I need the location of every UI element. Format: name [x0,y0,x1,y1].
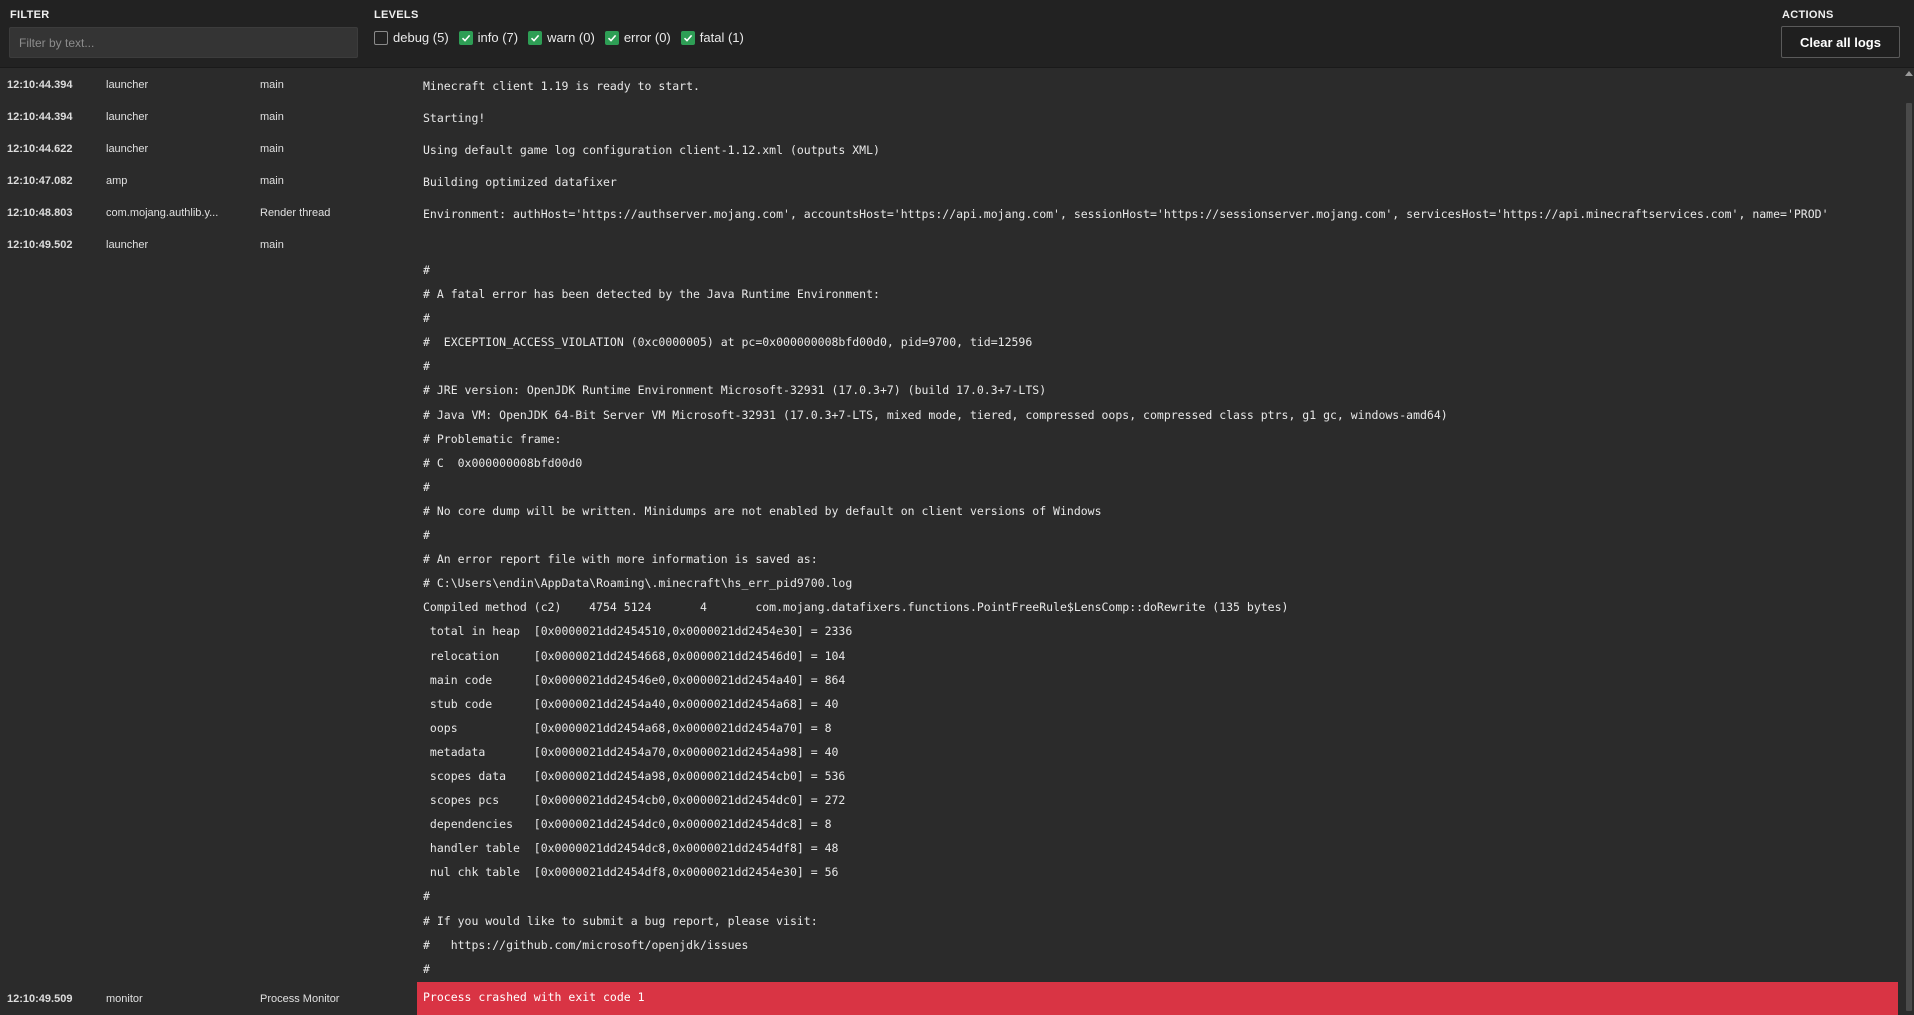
fatal-log-line: stub code [0x0000021dd2454a40,0x0000021d… [423,696,839,711]
levels-section-label: LEVELS [374,9,419,21]
filter-section-label: FILTER [10,9,50,21]
log-source: launcher [106,239,149,251]
level-toggle-debug[interactable]: debug (5) [374,30,449,45]
fatal-log-line: # C:\Users\endin\AppData\Roaming\.minecr… [423,576,853,591]
crash-message: Process crashed with exit code 1 [423,990,645,1004]
fatal-log-line: # No core dump will be written. Minidump… [423,503,1102,518]
log-message: Minecraft client 1.19 is ready to start. [423,79,700,93]
log-thread: main [260,143,284,155]
level-label: fatal (1) [699,30,744,45]
log-source: amp [106,175,128,187]
fatal-log-line: # JRE version: OpenJDK Runtime Environme… [423,383,1047,398]
fatal-log-line: handler table [0x0000021dd2454dc8,0x0000… [423,841,839,856]
checkbox-checked-icon[interactable] [528,30,543,45]
fatal-log-line: # [423,263,430,277]
fatal-log-line: # EXCEPTION_ACCESS_VIOLATION (0xc0000005… [423,335,1033,350]
actions-section-label: ACTIONS [1782,9,1834,21]
log-list: 12:10:44.394 launcher main Minecraft cli… [0,69,1914,1015]
checkbox-checked-icon[interactable] [458,30,473,45]
fatal-log-line: # A fatal error has been detected by the… [423,287,880,302]
fatal-log-line: # [423,479,430,494]
clear-all-logs-button[interactable]: Clear all logs [1781,26,1900,58]
fatal-error-message: # # A fatal error has been detected by th… [423,258,1448,981]
log-source: launcher [106,79,149,91]
crash-message-banner: Process crashed with exit code 1 [417,982,1898,1015]
log-thread: main [260,111,284,123]
fatal-log-line: dependencies [0x0000021dd2454dc0,0x00000… [423,817,832,832]
fatal-log-line: # https://github.com/microsoft/openjdk/i… [423,937,749,952]
level-toggle-fatal[interactable]: fatal (1) [680,30,744,45]
log-thread: main [260,175,284,187]
fatal-log-line: # C 0x000000008bfd00d0 [423,455,583,470]
scroll-up-arrow-icon[interactable] [1905,71,1913,76]
fatal-log-line: # Java VM: OpenJDK 64-Bit Server VM Micr… [423,407,1448,422]
fatal-log-line: scopes pcs [0x0000021dd2454cb0,0x0000021… [423,793,846,808]
log-timestamp: 12:10:49.509 [7,993,73,1005]
level-toggle-warn[interactable]: warn (0) [528,30,595,45]
fatal-log-line: # [423,889,430,904]
toolbar: FILTER LEVELS debug (5) info (7) warn (0… [0,0,1914,68]
fatal-log-line: # An error report file with more informa… [423,552,818,567]
level-filters: debug (5) info (7) warn (0) error (0) fa… [374,30,754,45]
checkbox-checked-icon[interactable] [604,30,619,45]
level-label: info (7) [477,30,519,45]
log-source: com.mojang.authlib.y... [106,207,219,219]
checkbox-unchecked-icon[interactable] [374,30,388,45]
fatal-log-line: # [423,311,430,326]
fatal-log-line: metadata [0x0000021dd2454a70,0x0000021dd… [423,744,839,759]
fatal-log-line: oops [0x0000021dd2454a68,0x0000021dd2454… [423,720,832,735]
log-timestamp: 12:10:44.622 [7,143,73,155]
log-message: Environment: authHost='https://authserve… [423,207,1829,221]
log-thread: main [260,79,284,91]
log-source: launcher [106,143,149,155]
log-timestamp: 12:10:48.803 [7,207,73,219]
log-timestamp: 12:10:44.394 [7,79,73,91]
scrollbar-thumb[interactable] [1906,103,1912,1011]
fatal-log-line: relocation [0x0000021dd2454668,0x0000021… [423,648,846,663]
fatal-log-line: # [423,961,430,976]
log-thread: main [260,239,284,251]
log-timestamp: 12:10:44.394 [7,111,73,123]
filter-input[interactable] [9,27,358,58]
fatal-log-line: # If you would like to submit a bug repo… [423,913,818,928]
fatal-log-line: total in heap [0x0000021dd2454510,0x0000… [423,624,853,639]
level-toggle-info[interactable]: info (7) [458,30,519,45]
fatal-log-line: Compiled method (c2) 4754 5124 4 com.moj… [423,600,1289,615]
fatal-log-line: # [423,528,430,543]
fatal-log-line: main code [0x0000021dd24546e0,0x0000021d… [423,672,846,687]
log-timestamp: 12:10:49.502 [7,239,73,251]
log-thread: Render thread [260,207,331,219]
log-scrollbar[interactable] [1904,69,1914,1015]
log-message: Starting! [423,111,486,125]
log-source: launcher [106,111,149,123]
fatal-log-line: # [423,359,430,374]
level-toggle-error[interactable]: error (0) [604,30,671,45]
log-source: monitor [106,993,143,1005]
fatal-log-line: # Problematic frame: [423,431,562,446]
level-label: warn (0) [547,30,595,45]
fatal-log-line: nul chk table [0x0000021dd2454df8,0x0000… [423,865,839,880]
log-message: Building optimized datafixer [423,175,617,189]
log-message: Using default game log configuration cli… [423,143,880,157]
log-thread: Process Monitor [260,993,340,1005]
checkbox-checked-icon[interactable] [680,30,695,45]
log-timestamp: 12:10:47.082 [7,175,73,187]
level-label: error (0) [623,30,671,45]
fatal-log-line: scopes data [0x0000021dd2454a98,0x000002… [423,768,846,783]
level-label: debug (5) [393,30,449,45]
